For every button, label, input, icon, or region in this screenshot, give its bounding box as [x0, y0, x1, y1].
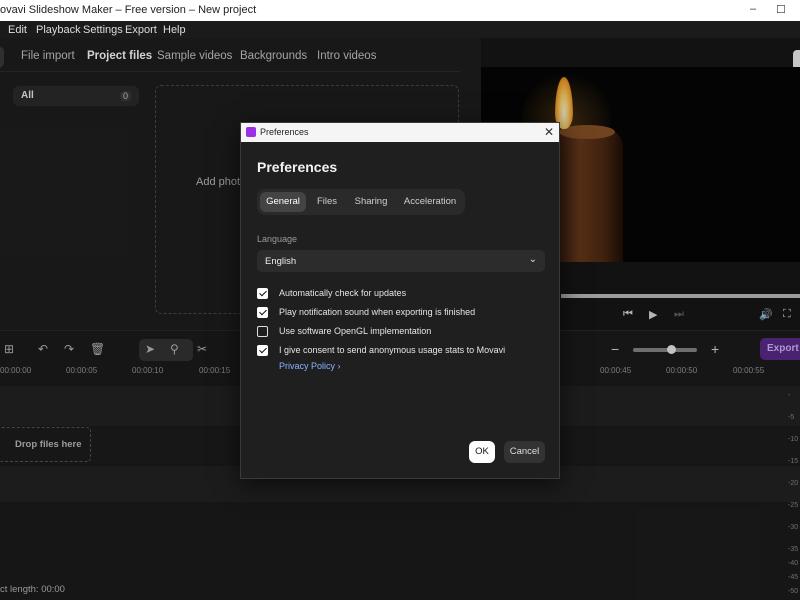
tab-acceleration[interactable]: Acceleration [399, 192, 461, 212]
option-label: Use software OpenGL implementation [279, 326, 432, 336]
checkbox-software-opengl[interactable] [257, 326, 268, 337]
option-label: Automatically check for updates [279, 288, 407, 298]
dialog-title-bar: Preferences ✕ [241, 123, 559, 142]
chevron-down-icon: ⌄ [528, 254, 537, 265]
minimize-button[interactable]: – [750, 3, 756, 15]
menu-bar: Edit Playback Settings Export Help [0, 21, 800, 38]
tab-sharing[interactable]: Sharing [351, 192, 391, 212]
option-label: Play notification sound when exporting i… [279, 307, 476, 317]
checkbox-auto-update[interactable] [257, 288, 268, 299]
checkbox-notification-sound[interactable] [257, 307, 268, 318]
language-label: Language [257, 234, 298, 244]
window-title-bar: ovavi Slideshow Maker – Free version – N… [0, 0, 800, 21]
maximize-button[interactable]: ☐ [776, 3, 786, 16]
menu-settings[interactable]: Settings [83, 24, 123, 36]
menu-playback[interactable]: Playback [36, 24, 81, 36]
privacy-policy-link[interactable]: Privacy Policy › [279, 361, 341, 371]
language-select[interactable]: English ⌄ [257, 250, 545, 272]
close-icon[interactable]: ✕ [544, 125, 554, 139]
checkbox-usage-stats[interactable] [257, 345, 268, 356]
cancel-button[interactable]: Cancel [504, 441, 545, 463]
preferences-dialog: Preferences ✕ Preferences General Files … [240, 122, 560, 479]
option-label: I give consent to send anonymous usage s… [279, 345, 506, 355]
language-value: English [265, 256, 297, 267]
app-icon [246, 127, 256, 137]
preferences-tabs: General Files Sharing Acceleration [257, 189, 465, 215]
tab-files[interactable]: Files [312, 192, 342, 212]
ok-button[interactable]: OK [469, 441, 495, 463]
dialog-heading: Preferences [257, 159, 338, 175]
window-title: ovavi Slideshow Maker – Free version – N… [0, 4, 257, 16]
menu-help[interactable]: Help [163, 24, 186, 36]
menu-export[interactable]: Export [125, 24, 157, 36]
tab-general[interactable]: General [260, 192, 306, 212]
dialog-title: Preferences [260, 127, 309, 137]
menu-edit[interactable]: Edit [8, 24, 27, 36]
